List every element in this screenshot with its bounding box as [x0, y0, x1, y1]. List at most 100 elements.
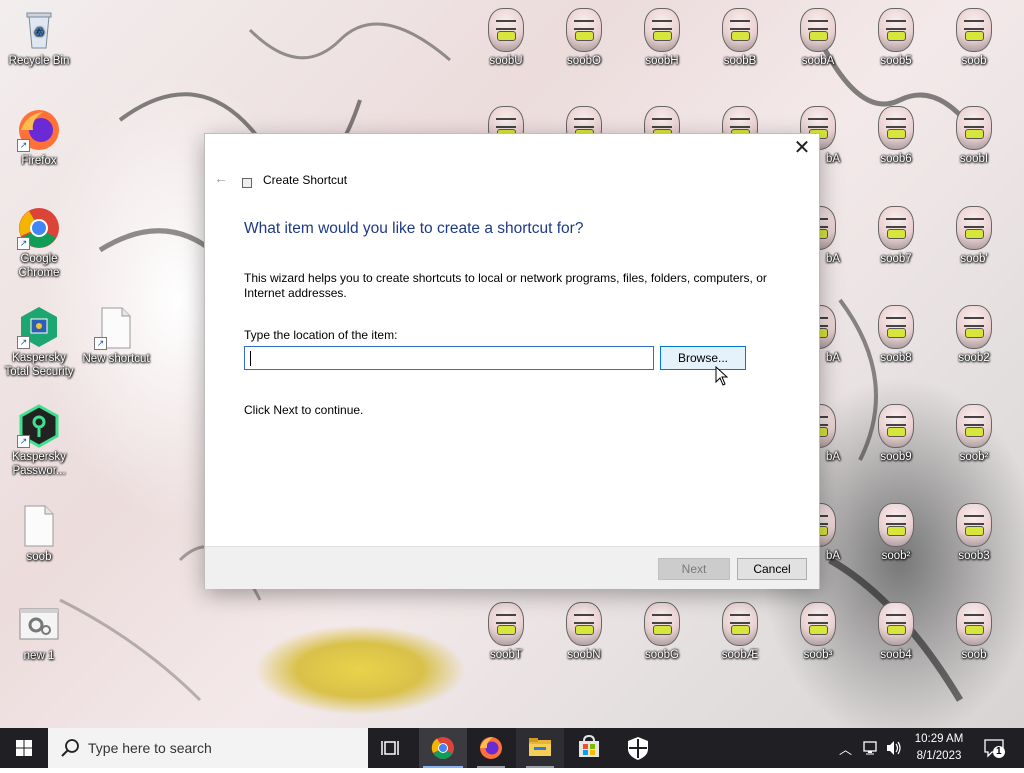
clock-date: 8/1/2023: [916, 750, 962, 762]
search-placeholder: Type here to search: [88, 740, 212, 756]
desktop-icon-soob[interactable]: soobI: [937, 106, 1011, 166]
close-icon: ✕: [793, 137, 811, 159]
location-label: Type the location of the item:: [244, 328, 398, 342]
desktop-icon-soob[interactable]: soobÆ: [703, 602, 777, 662]
network-icon[interactable]: [862, 739, 880, 757]
task-view-icon: [381, 741, 399, 755]
chevron-up-icon: ︿: [839, 742, 853, 757]
desktop-icon-label: Recycle Bin: [8, 55, 70, 67]
volume-icon[interactable]: [885, 739, 903, 757]
soob-image-icon: [956, 404, 992, 448]
desktop-icon-label: Google Chrome: [18, 253, 60, 279]
task-view-button[interactable]: [368, 728, 416, 768]
desktop-icon-label: soobN: [567, 649, 601, 661]
desktop-icon-label: soob7: [880, 253, 912, 265]
desktop-icon-soob[interactable]: soobB: [703, 8, 777, 68]
desktop-icon-soob[interactable]: soobU: [469, 8, 543, 68]
desktop-icon-recycle-bin[interactable]: ♻ Recycle Bin: [2, 8, 76, 68]
desktop-icon-label: soob5: [880, 55, 912, 67]
desktop-icon-label: Kaspersky Total Security: [4, 352, 74, 378]
desktop-icon-soob[interactable]: soobT: [469, 602, 543, 662]
soob-image-icon: [956, 106, 992, 150]
taskbar-windows-security[interactable]: [614, 728, 662, 768]
desktop-icon-label: soob2: [958, 352, 990, 364]
text-caret: [250, 351, 251, 366]
desktop-icon-label: soob9: [880, 451, 912, 463]
desktop-icon-soob[interactable]: soob7: [859, 206, 933, 266]
desktop-icon-label: soob6: [880, 153, 912, 165]
desktop-icon-soob[interactable]: soob9: [859, 404, 933, 464]
windows-logo-icon: [16, 740, 32, 756]
blank-file-icon: ↗: [94, 306, 138, 350]
dialog-footer: Next Cancel: [205, 546, 819, 589]
desktop-icon-label: soob8: [880, 352, 912, 364]
desktop-icon-label: soob4: [880, 649, 912, 661]
next-button[interactable]: Next: [658, 558, 730, 580]
browse-button[interactable]: Browse...: [660, 346, 746, 370]
desktop-icon-label: soob': [960, 253, 988, 265]
desktop-icon-new-1[interactable]: new 1: [2, 603, 76, 663]
taskbar-microsoft-store[interactable]: [565, 728, 613, 768]
microsoft-store-icon: [579, 734, 599, 757]
soob-image-icon: [878, 602, 914, 646]
desktop-icon-label: soob³: [803, 649, 833, 661]
notification-icon: [984, 739, 1005, 758]
recycle-bin-icon: ♻: [17, 8, 61, 52]
start-button[interactable]: [0, 728, 48, 768]
svg-text:♻: ♻: [34, 25, 45, 39]
desktop-icon-firefox[interactable]: ↗ Firefox: [2, 108, 76, 168]
desktop-icon-soob[interactable]: soob4: [859, 602, 933, 662]
desktop-icon-kaspersky-password[interactable]: ↗ Kaspersky Passwor...: [2, 404, 76, 478]
desktop-icon-soob[interactable]: soob5: [859, 8, 933, 68]
desktop-icon-soob[interactable]: soobG: [625, 602, 699, 662]
desktop-icon-soob[interactable]: soob3: [937, 503, 1011, 563]
desktop-icon-soob[interactable]: soob³: [781, 602, 855, 662]
show-hidden-icons-button[interactable]: ︿: [839, 739, 852, 758]
system-clock[interactable]: 10:29 AM 8/1/2023: [906, 731, 972, 765]
desktop-icon-soob-file[interactable]: soob: [2, 504, 76, 564]
desktop-icon-label: soob: [961, 649, 987, 661]
blank-file-icon: [17, 504, 61, 548]
desktop-icon-soob[interactable]: soob²: [859, 503, 933, 563]
desktop-icon-label: soobA: [801, 55, 835, 67]
wizard-description: This wizard helps you to create shortcut…: [244, 271, 767, 300]
desktop-icon-google-chrome[interactable]: ↗ Google Chrome: [2, 206, 76, 280]
desktop-icon-soob[interactable]: soob8: [859, 305, 933, 365]
soob-image-icon: [956, 602, 992, 646]
soob-image-icon: [644, 8, 680, 52]
desktop-icon-soob[interactable]: soob: [937, 8, 1011, 68]
desktop-icon-soob[interactable]: soob': [937, 206, 1011, 266]
taskbar-file-explorer[interactable]: [516, 728, 564, 768]
soob-image-icon: [644, 602, 680, 646]
back-button[interactable]: ←: [214, 171, 230, 185]
chrome-icon: ↗: [17, 206, 61, 250]
shortcut-icon: [242, 178, 252, 188]
desktop-icon-soob[interactable]: soobA: [781, 8, 855, 68]
cancel-button[interactable]: Cancel: [737, 558, 807, 580]
location-input[interactable]: [244, 346, 654, 370]
back-arrow-icon: ←: [214, 170, 228, 186]
desktop-icon-soob[interactable]: soobH: [625, 8, 699, 68]
taskbar-firefox[interactable]: [467, 728, 515, 768]
create-shortcut-dialog: ✕ ← Create Shortcut What item would you …: [205, 134, 819, 589]
soob-image-icon: [878, 503, 914, 547]
desktop-icon-soob[interactable]: soobN: [547, 602, 621, 662]
desktop-icon-soob[interactable]: soob2: [937, 305, 1011, 365]
soob-image-icon: [722, 602, 758, 646]
close-button[interactable]: ✕: [789, 138, 815, 160]
taskbar-search-box[interactable]: Type here to search: [48, 728, 368, 768]
firefox-icon: [480, 737, 502, 759]
desktop: ♻ Recycle Bin ↗ Firefox ↗ Google Chrome …: [0, 0, 1024, 728]
desktop-icon-soob[interactable]: soob²: [937, 404, 1011, 464]
desktop-icon-soob[interactable]: soob: [937, 602, 1011, 662]
soob-image-icon: [488, 8, 524, 52]
notification-center-button[interactable]: 1: [982, 736, 1006, 760]
taskbar-chrome[interactable]: [419, 728, 467, 768]
soob-image-icon: [878, 8, 914, 52]
desktop-icon-label: soob: [961, 55, 987, 67]
desktop-icon-soob[interactable]: soob6: [859, 106, 933, 166]
desktop-icon-kaspersky-total-security[interactable]: ↗ Kaspersky Total Security: [2, 305, 76, 379]
desktop-icon-new-shortcut[interactable]: ↗ New shortcut: [79, 306, 153, 366]
desktop-icon-soob[interactable]: soobO: [547, 8, 621, 68]
taskbar: Type here to search ︿ 10:29 AM 8/1/2023 …: [0, 728, 1024, 768]
